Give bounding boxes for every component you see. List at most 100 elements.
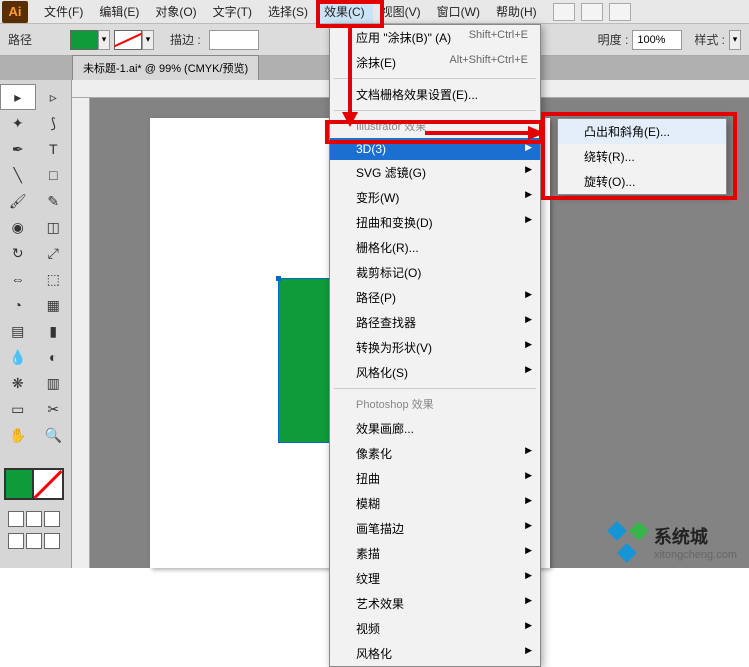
gradient-tool[interactable]: ▮: [36, 318, 72, 344]
menu-texture[interactable]: 纹理▶: [330, 566, 540, 591]
magic-wand-tool[interactable]: ✦: [0, 110, 36, 136]
menu-separator: [334, 110, 536, 111]
graph-tool[interactable]: ▥: [36, 370, 72, 396]
menu-blur[interactable]: 模糊▶: [330, 491, 540, 516]
menu-smear[interactable]: 涂抹(E) Alt+Shift+Ctrl+E: [330, 50, 540, 75]
fill-color[interactable]: [4, 468, 36, 500]
paintbrush-tool[interactable]: 🖌: [0, 188, 36, 214]
app-logo: Ai: [2, 1, 28, 23]
menu-separator: [334, 388, 536, 389]
mesh-tool[interactable]: ▤: [0, 318, 36, 344]
artboard-tool[interactable]: ▭: [0, 396, 36, 422]
menu-effects[interactable]: 效果(C): [316, 0, 373, 23]
shape-builder-tool[interactable]: ◔: [0, 292, 36, 318]
menu-video[interactable]: 视频▶: [330, 616, 540, 641]
gradient-mode-box[interactable]: [26, 511, 42, 527]
doc-tab[interactable]: 未标题-1.ai* @ 99% (CMYK/预览): [72, 55, 259, 80]
line-tool[interactable]: ╲: [0, 162, 36, 188]
none-mode-box[interactable]: [44, 511, 60, 527]
menu-edit[interactable]: 编辑(E): [91, 0, 147, 23]
menu-file[interactable]: 文件(F): [36, 0, 91, 23]
menu-sketch[interactable]: 素描▶: [330, 541, 540, 566]
menubar: Ai 文件(F) 编辑(E) 对象(O) 文字(T) 选择(S) 效果(C) 视…: [0, 0, 749, 24]
menu-rasterize[interactable]: 栅格化(R)...: [330, 235, 540, 260]
fill-color-swatch[interactable]: [70, 30, 98, 50]
fill-dropdown-icon[interactable]: ▾: [98, 30, 110, 50]
symbol-sprayer-tool[interactable]: ❋: [0, 370, 36, 396]
stroke-none-swatch[interactable]: [114, 30, 142, 50]
menu-brush-strokes[interactable]: 画笔描边▶: [330, 516, 540, 541]
free-transform-tool[interactable]: ⬚: [36, 266, 72, 292]
menu-text[interactable]: 文字(T): [205, 0, 260, 23]
menu-distort-ps[interactable]: 扭曲▶: [330, 466, 540, 491]
width-tool[interactable]: ⇔: [0, 266, 36, 292]
menu-pathfinder[interactable]: 路径查找器▶: [330, 310, 540, 335]
zoom-tool[interactable]: 🔍: [36, 422, 72, 448]
menu-svg-filter[interactable]: SVG 滤镜(G)▶: [330, 160, 540, 185]
toolbox: ▸▹ ✦⟆ ✒T ╲□ 🖌✎ ◉◫ ↻⤢ ⇔⬚ ◔▦ ▤▮ 💧◐ ❋▥ ▭✂ ✋…: [0, 80, 72, 568]
menu-window[interactable]: 窗口(W): [429, 0, 488, 23]
stroke-label: 描边 :: [170, 31, 201, 48]
menu-artistic[interactable]: 艺术效果▶: [330, 591, 540, 616]
color-mode-box[interactable]: [8, 511, 24, 527]
blend-tool[interactable]: ◐: [36, 344, 72, 370]
stroke-weight-input[interactable]: [209, 30, 259, 50]
menu-3d[interactable]: 3D(3)▶: [330, 138, 540, 160]
menu-help[interactable]: 帮助(H): [488, 0, 545, 23]
menu-select[interactable]: 选择(S): [260, 0, 316, 23]
lasso-tool[interactable]: ⟆: [36, 110, 72, 136]
menu-stylize-ps[interactable]: 风格化▶: [330, 641, 540, 666]
menu-apply-label: 应用 "涂抹(B)" (A): [356, 29, 451, 46]
rectangle-tool[interactable]: □: [36, 162, 72, 188]
submenu-3d: 凸出和斜角(E)... 绕转(R)... 旋转(O)...: [557, 118, 727, 195]
watermark-logo-icon: [608, 522, 648, 562]
pen-tool[interactable]: ✒: [0, 136, 36, 162]
menu-warp[interactable]: 变形(W)▶: [330, 185, 540, 210]
menu-object[interactable]: 对象(O): [147, 0, 204, 23]
screen-mode-3[interactable]: [44, 533, 60, 549]
hand-tool[interactable]: ✋: [0, 422, 36, 448]
opacity-label: 明度 :: [598, 31, 629, 48]
menu-stylize-il[interactable]: 风格化(S)▶: [330, 360, 540, 385]
screen-mode-2[interactable]: [26, 533, 42, 549]
eyedropper-tool[interactable]: 💧: [0, 344, 36, 370]
layout-icon-3[interactable]: [609, 3, 631, 21]
eraser-tool[interactable]: ◫: [36, 214, 72, 240]
menu-apply-last[interactable]: 应用 "涂抹(B)" (A) Shift+Ctrl+E: [330, 25, 540, 50]
path-label: 路径: [8, 31, 32, 48]
opacity-input[interactable]: [632, 30, 682, 50]
menu-separator: [334, 78, 536, 79]
menu-distort[interactable]: 扭曲和变换(D)▶: [330, 210, 540, 235]
submenu-revolve[interactable]: 绕转(R)...: [558, 144, 726, 169]
perspective-tool[interactable]: ▦: [36, 292, 72, 318]
menu-3d-label: 3D(3): [356, 142, 386, 156]
screen-mode-1[interactable]: [8, 533, 24, 549]
menu-view[interactable]: 视图(V): [373, 0, 429, 23]
type-tool[interactable]: T: [36, 136, 72, 162]
layout-icon-2[interactable]: [581, 3, 603, 21]
rotate-tool[interactable]: ↻: [0, 240, 36, 266]
direct-select-tool[interactable]: ▹: [36, 84, 71, 110]
menu-effect-gallery[interactable]: 效果画廊...: [330, 416, 540, 441]
menu-path[interactable]: 路径(P)▶: [330, 285, 540, 310]
pencil-tool[interactable]: ✎: [36, 188, 72, 214]
style-label: 样式 :: [694, 31, 725, 48]
stroke-dropdown-icon[interactable]: ▾: [142, 30, 154, 50]
stroke-color[interactable]: [32, 468, 64, 500]
menu-pixelate[interactable]: 像素化▶: [330, 441, 540, 466]
menu-smear-label: 涂抹(E): [356, 54, 396, 71]
submenu-extrude-bevel[interactable]: 凸出和斜角(E)...: [558, 119, 726, 144]
menubar-right-icons: [553, 3, 631, 21]
watermark-url: xitongcheng.com: [654, 549, 737, 561]
blob-brush-tool[interactable]: ◉: [0, 214, 36, 240]
style-dropdown-icon[interactable]: ▾: [729, 30, 741, 50]
selection-tool[interactable]: ▸: [0, 84, 36, 110]
slice-tool[interactable]: ✂: [36, 396, 72, 422]
layout-icon-1[interactable]: [553, 3, 575, 21]
menu-cropmarks[interactable]: 裁剪标记(O): [330, 260, 540, 285]
submenu-rotate[interactable]: 旋转(O)...: [558, 169, 726, 194]
color-controls: [0, 456, 71, 553]
menu-raster-settings[interactable]: 文档栅格效果设置(E)...: [330, 82, 540, 107]
scale-tool[interactable]: ⤢: [36, 240, 72, 266]
menu-convert-shape[interactable]: 转换为形状(V)▶: [330, 335, 540, 360]
